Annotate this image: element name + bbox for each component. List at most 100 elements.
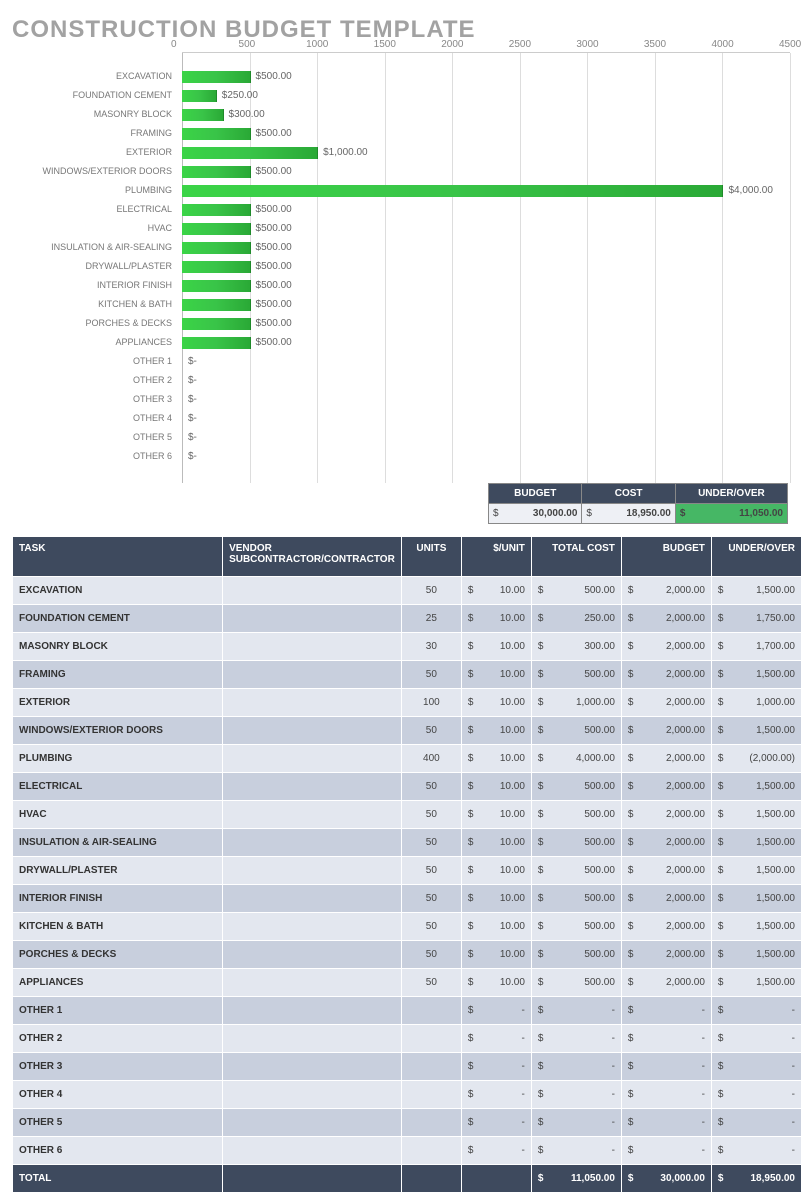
cell-under-over: $1,500.00	[711, 885, 801, 913]
cell-units: 50	[401, 801, 461, 829]
chart-bar-label: $-	[188, 375, 197, 387]
cell-task: MASONRY BLOCK	[13, 633, 223, 661]
chart-bar-label: $500.00	[256, 166, 292, 178]
chart-bar-label: $500.00	[256, 242, 292, 254]
cell-vendor	[223, 689, 402, 717]
cell-total-cost: $500.00	[531, 885, 621, 913]
cell-under-over: $(2,000.00)	[711, 745, 801, 773]
cell-total-cost: $250.00	[531, 605, 621, 633]
cell-under-over: $1,500.00	[711, 717, 801, 745]
cell-vendor	[223, 941, 402, 969]
th-vendor: VENDOR SUBCONTRACTOR/CONTRACTOR	[223, 537, 402, 577]
cell-units: 400	[401, 745, 461, 773]
cell-units: 50	[401, 717, 461, 745]
total-row: TOTAL $11,050.00 $30,000.00 $18,950.00	[13, 1165, 802, 1193]
chart-category-label: OTHER 3	[12, 390, 172, 408]
th-budget: BUDGET	[621, 537, 711, 577]
cell-unit-cost: $-	[461, 1025, 531, 1053]
chart-bar: $300.00	[182, 109, 224, 121]
cell-units: 50	[401, 661, 461, 689]
cell-units	[401, 1053, 461, 1081]
cell-budget: $2,000.00	[621, 857, 711, 885]
cell-units	[401, 1109, 461, 1137]
table-row: OTHER 4$-$-$-$-	[13, 1081, 802, 1109]
summary-table: BUDGET COST UNDER/OVER $30,000.00 $18,95…	[488, 483, 788, 524]
cell-under-over: $1,000.00	[711, 689, 801, 717]
cell-task: WINDOWS/EXTERIOR DOORS	[13, 717, 223, 745]
cell-vendor	[223, 997, 402, 1025]
cell-under-over: $-	[711, 1081, 801, 1109]
table-row: INTERIOR FINISH50$10.00$500.00$2,000.00$…	[13, 885, 802, 913]
cell-unit-cost: $10.00	[461, 857, 531, 885]
table-row: EXTERIOR100$10.00$1,000.00$2,000.00$1,00…	[13, 689, 802, 717]
chart-category-label: WINDOWS/EXTERIOR DOORS	[12, 162, 172, 180]
cell-under-over: $1,500.00	[711, 913, 801, 941]
cell-unit-cost: $10.00	[461, 969, 531, 997]
cell-units: 25	[401, 605, 461, 633]
chart-category-label: MASONRY BLOCK	[12, 105, 172, 123]
cell-task: FRAMING	[13, 661, 223, 689]
cell-units: 50	[401, 857, 461, 885]
table-row: PORCHES & DECKS50$10.00$500.00$2,000.00$…	[13, 941, 802, 969]
chart-category-label: FOUNDATION CEMENT	[12, 86, 172, 104]
chart-gridline: 1500	[385, 53, 386, 483]
chart-bar-label: $250.00	[222, 90, 258, 102]
chart-gridline: 1000	[317, 53, 318, 483]
chart-bar-label: $-	[188, 451, 197, 463]
cell-units: 30	[401, 633, 461, 661]
cell-task: ELECTRICAL	[13, 773, 223, 801]
cell-total-cost: $500.00	[531, 913, 621, 941]
chart-gridline: 4500	[790, 53, 791, 483]
cell-total-cost: $4,000.00	[531, 745, 621, 773]
cell-budget: $2,000.00	[621, 801, 711, 829]
cell-total-cost: $-	[531, 1081, 621, 1109]
cell-budget: $2,000.00	[621, 913, 711, 941]
chart-gridline: 2000	[452, 53, 453, 483]
cell-under-over: $1,500.00	[711, 661, 801, 689]
cell-unit-cost: $-	[461, 1053, 531, 1081]
cell-unit-cost: $10.00	[461, 717, 531, 745]
cell-unit-cost: $10.00	[461, 913, 531, 941]
cell-unit-cost: $10.00	[461, 605, 531, 633]
cell-vendor	[223, 745, 402, 773]
cell-task: EXCAVATION	[13, 577, 223, 605]
cell-total-cost: $500.00	[531, 829, 621, 857]
summary-budget: $30,000.00	[489, 504, 582, 524]
summary-header-underover: UNDER/OVER	[675, 484, 787, 504]
table-row: DRYWALL/PLASTER50$10.00$500.00$2,000.00$…	[13, 857, 802, 885]
cell-under-over: $-	[711, 1109, 801, 1137]
chart-category-label: ELECTRICAL	[12, 200, 172, 218]
table-row: PLUMBING400$10.00$4,000.00$2,000.00$(2,0…	[13, 745, 802, 773]
cell-unit-cost: $10.00	[461, 801, 531, 829]
cell-vendor	[223, 801, 402, 829]
cell-under-over: $1,500.00	[711, 577, 801, 605]
chart-bar: $250.00	[182, 90, 217, 102]
chart-gridline: 2500	[520, 53, 521, 483]
chart-bar-label: $500.00	[256, 223, 292, 235]
chart-bar: $500.00	[182, 223, 251, 235]
chart-tick-label: 4500	[779, 39, 806, 50]
table-row: HVAC50$10.00$500.00$2,000.00$1,500.00	[13, 801, 802, 829]
cell-vendor	[223, 913, 402, 941]
cell-task: PLUMBING	[13, 745, 223, 773]
table-row: OTHER 5$-$-$-$-	[13, 1109, 802, 1137]
table-row: EXCAVATION50$10.00$500.00$2,000.00$1,500…	[13, 577, 802, 605]
chart-bar: $500.00	[182, 299, 251, 311]
chart-bar-label: $1,000.00	[323, 147, 368, 159]
cell-under-over: $1,750.00	[711, 605, 801, 633]
cell-total-cost: $300.00	[531, 633, 621, 661]
cell-vendor	[223, 717, 402, 745]
cell-unit-cost: $10.00	[461, 745, 531, 773]
cell-under-over: $-	[711, 1025, 801, 1053]
cell-vendor	[223, 773, 402, 801]
th-units: UNITS	[401, 537, 461, 577]
cell-budget: $2,000.00	[621, 773, 711, 801]
cell-budget: $-	[621, 1053, 711, 1081]
table-row: WINDOWS/EXTERIOR DOORS50$10.00$500.00$2,…	[13, 717, 802, 745]
chart-bar-label: $-	[188, 432, 197, 444]
chart-bar-label: $500.00	[256, 337, 292, 349]
cell-unit-cost: $10.00	[461, 577, 531, 605]
chart-category-label: OTHER 5	[12, 428, 172, 446]
cell-total-cost: $-	[531, 1109, 621, 1137]
chart-tick-label: 2000	[441, 39, 471, 50]
